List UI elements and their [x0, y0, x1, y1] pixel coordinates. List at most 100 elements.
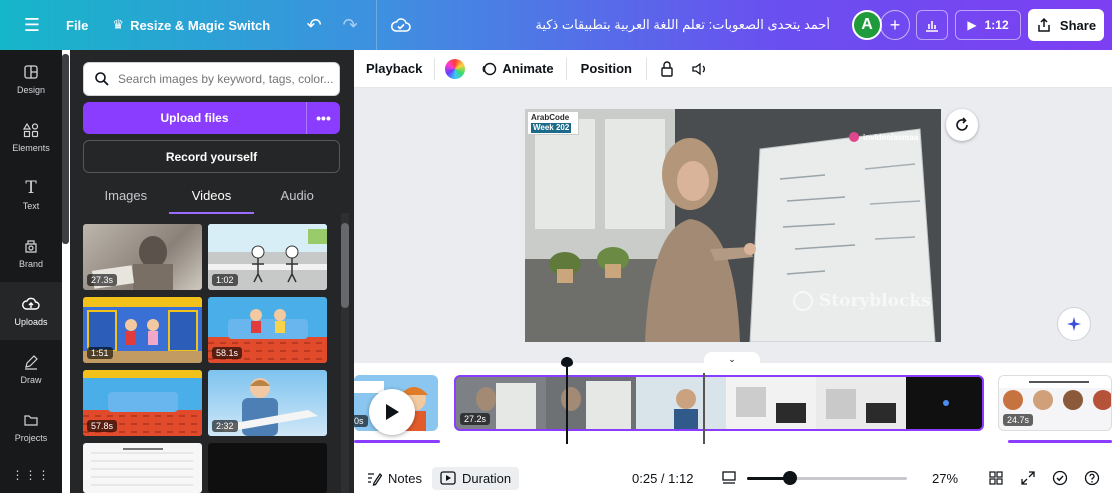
fullscreen-icon[interactable]	[1018, 468, 1038, 488]
animate-icon	[482, 62, 497, 75]
present-duration: 1:12	[984, 18, 1009, 32]
upload-files-button[interactable]: Upload files •••	[83, 102, 340, 134]
record-yourself-button[interactable]: Record yourself	[83, 140, 340, 173]
rail-item-elements[interactable]: Elements	[0, 108, 62, 166]
notes-icon	[368, 472, 382, 486]
watermark-text: invideo/asmaa	[863, 132, 919, 142]
regenerate-button[interactable]	[946, 109, 978, 141]
redo-icon[interactable]: ↷	[338, 13, 362, 37]
page-view-icon[interactable]	[719, 468, 739, 488]
rail-label: Uploads	[14, 317, 48, 327]
storyblocks-logo-icon	[793, 291, 813, 311]
position-button[interactable]: Position	[581, 61, 632, 76]
play-button[interactable]	[369, 389, 415, 435]
rail-item-projects[interactable]: Projects	[0, 398, 62, 456]
present-button[interactable]: ▶ 1:12	[955, 10, 1021, 40]
bar-chart-icon	[926, 21, 938, 32]
zoom-slider-handle[interactable]	[783, 471, 798, 485]
rail-item-uploads[interactable]: Uploads	[0, 282, 62, 340]
rail-label: Text	[22, 201, 40, 211]
animate-button[interactable]: Animate	[481, 61, 554, 77]
video-thumbnail[interactable]	[83, 443, 202, 493]
tab-audio[interactable]: Audio	[254, 180, 340, 214]
volume-icon[interactable]	[691, 61, 709, 77]
video-thumbnail[interactable]: 58.1s	[208, 297, 327, 363]
hamburger-icon[interactable]: ☰	[16, 0, 48, 50]
apps-grid-icon: ⋮⋮⋮	[11, 467, 51, 482]
search-input[interactable]	[118, 72, 338, 86]
panel-scrollbar[interactable]	[341, 213, 349, 493]
rail-label: Draw	[20, 375, 42, 385]
clip-duration: 27.2s	[460, 413, 491, 425]
arabcode-badge: ArabCode Week 202	[527, 111, 579, 135]
clip-duration: 24.7s	[1003, 414, 1034, 426]
rail-scrollbar[interactable]	[62, 54, 69, 244]
rail-item-apps[interactable]: ⋮⋮⋮	[0, 456, 62, 493]
storyblocks-text: Storyblocks	[819, 291, 931, 311]
split-marker	[703, 373, 705, 444]
video-thumbnail[interactable]: 57.8s	[83, 370, 202, 436]
duration-button[interactable]: Duration	[432, 466, 520, 490]
file-menu[interactable]: File	[66, 18, 88, 33]
watermark: invideo/asmaa	[849, 132, 918, 142]
video-duration: 27.3s	[87, 274, 118, 286]
magic-assistant-button[interactable]	[1057, 307, 1091, 341]
scrollbar-thumb[interactable]	[341, 223, 349, 308]
rail-item-design[interactable]: Design	[0, 50, 62, 108]
search-icon	[95, 72, 109, 86]
resize-magic-switch-button[interactable]: ♛ Resize & Magic Switch	[112, 17, 270, 33]
video-duration: 1:51	[87, 347, 113, 359]
video-thumbnail[interactable]: 1:51	[83, 297, 202, 363]
video-thumbnail[interactable]	[208, 443, 327, 493]
cloud-saved-icon[interactable]	[389, 13, 413, 37]
rail-item-text[interactable]: T Text	[0, 166, 62, 224]
playhead[interactable]	[561, 357, 573, 444]
lock-icon[interactable]	[659, 60, 675, 78]
top-bar: ☰ File ♛ Resize & Magic Switch ↶ ↷ أحمد …	[0, 0, 1112, 50]
refresh-icon	[956, 117, 968, 131]
rail-label: Design	[16, 85, 45, 95]
avatar[interactable]: A	[852, 10, 882, 40]
video-thumbnail[interactable]: 27.3s	[83, 224, 202, 290]
plus-icon: +	[889, 14, 901, 35]
footer-bar: Notes Duration 0:25 / 1:12 27%	[354, 463, 1112, 493]
notes-button[interactable]: Notes	[366, 470, 422, 486]
duration-icon	[440, 471, 456, 485]
tab-images[interactable]: Images	[83, 180, 169, 214]
timeline-clip[interactable]: 24.7s	[998, 375, 1112, 431]
divider	[434, 57, 436, 80]
grid-view-icon[interactable]	[986, 468, 1006, 488]
sparkle-icon	[1067, 317, 1081, 331]
color-wheel-icon	[445, 58, 466, 79]
undo-icon[interactable]: ↶	[302, 13, 326, 37]
play-icon: ▶	[967, 18, 977, 32]
share-button[interactable]: Share	[1028, 9, 1104, 41]
rail-item-brand[interactable]: Brand	[0, 224, 62, 282]
zoom-level[interactable]: 27%	[932, 471, 958, 486]
left-rail: Design Elements T Text Brand Uploads Dra…	[0, 50, 62, 493]
color-picker-button[interactable]	[445, 58, 466, 79]
playback-button[interactable]: Playback	[366, 61, 422, 76]
video-thumbnail[interactable]: 2:32	[208, 370, 327, 436]
more-options-icon[interactable]: •••	[306, 102, 340, 134]
layout-icon	[22, 63, 40, 81]
video-duration: 2:32	[212, 420, 238, 432]
context-toolbar: Playback Animate Position	[354, 50, 1112, 88]
analytics-button[interactable]	[916, 10, 948, 40]
zoom-slider[interactable]	[747, 471, 907, 485]
timeline: 0s 27.2s 24.7s	[354, 363, 1112, 453]
record-dot-icon	[849, 132, 859, 142]
timeline-clip-selected[interactable]: 27.2s	[454, 375, 984, 431]
video-duration: 1:02	[212, 274, 238, 286]
video-canvas[interactable]: ArabCode Week 202 invideo/asmaa Storyblo…	[525, 109, 941, 342]
search-box[interactable]	[83, 62, 340, 96]
video-thumbnail[interactable]: 1:02	[208, 224, 327, 290]
tab-videos[interactable]: Videos	[168, 180, 255, 214]
document-title[interactable]: أحمد يتحدى الصعوبات: تعلم اللغة العربية …	[480, 17, 830, 33]
check-circle-icon[interactable]	[1050, 468, 1070, 488]
rail-item-draw[interactable]: Draw	[0, 340, 62, 398]
duration-label: Duration	[462, 470, 512, 486]
help-icon[interactable]	[1082, 468, 1102, 488]
add-collaborator-button[interactable]: +	[880, 10, 910, 40]
animate-label: Animate	[502, 61, 554, 76]
